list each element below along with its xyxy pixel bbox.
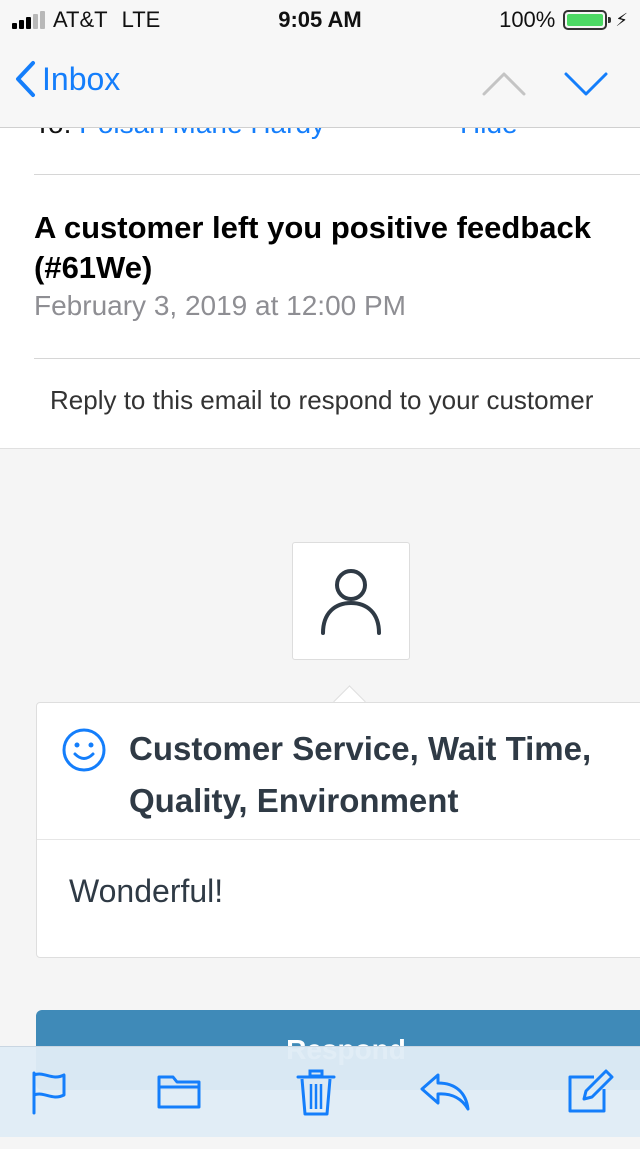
customer-avatar xyxy=(292,542,410,660)
bottom-toolbar xyxy=(0,1046,640,1137)
compose-icon[interactable] xyxy=(566,1069,616,1115)
person-icon xyxy=(321,569,381,635)
back-label: Inbox xyxy=(42,60,121,97)
battery-icon xyxy=(563,10,612,30)
feedback-categories: Customer Service, Wait Time, Quality, En… xyxy=(129,730,592,819)
email-date: February 3, 2019 at 12:00 PM xyxy=(34,290,406,321)
chevron-down-icon[interactable] xyxy=(562,66,610,100)
navigation-bar: Inbox xyxy=(0,40,640,128)
trash-icon[interactable] xyxy=(296,1069,336,1117)
chevron-left-icon xyxy=(16,61,35,97)
feedback-card: Customer Service, Wait Time, Quality, En… xyxy=(36,702,640,958)
folder-icon[interactable] xyxy=(156,1069,202,1111)
feedback-comment: Wonderful! xyxy=(69,873,224,909)
reply-icon[interactable] xyxy=(418,1069,472,1113)
charging-icon: ⚡ xyxy=(615,9,628,30)
feedback-card-header: Customer Service, Wait Time, Quality, En… xyxy=(37,703,640,840)
flag-icon[interactable] xyxy=(30,1069,68,1115)
battery-percent: 100% xyxy=(499,7,556,32)
status-right: 100% ⚡ xyxy=(499,7,628,33)
email-subject: A customer left you positive feedback (#… xyxy=(34,210,592,285)
status-bar: AT&T LTE 9:05 AM 100% ⚡ xyxy=(0,0,640,40)
chevron-up-icon[interactable] xyxy=(480,66,528,100)
divider xyxy=(34,174,640,175)
reply-instructions: Reply to this email to respond to your c… xyxy=(50,385,594,415)
divider xyxy=(34,358,640,359)
smiley-icon xyxy=(62,728,106,772)
back-button[interactable]: Inbox xyxy=(14,60,120,98)
